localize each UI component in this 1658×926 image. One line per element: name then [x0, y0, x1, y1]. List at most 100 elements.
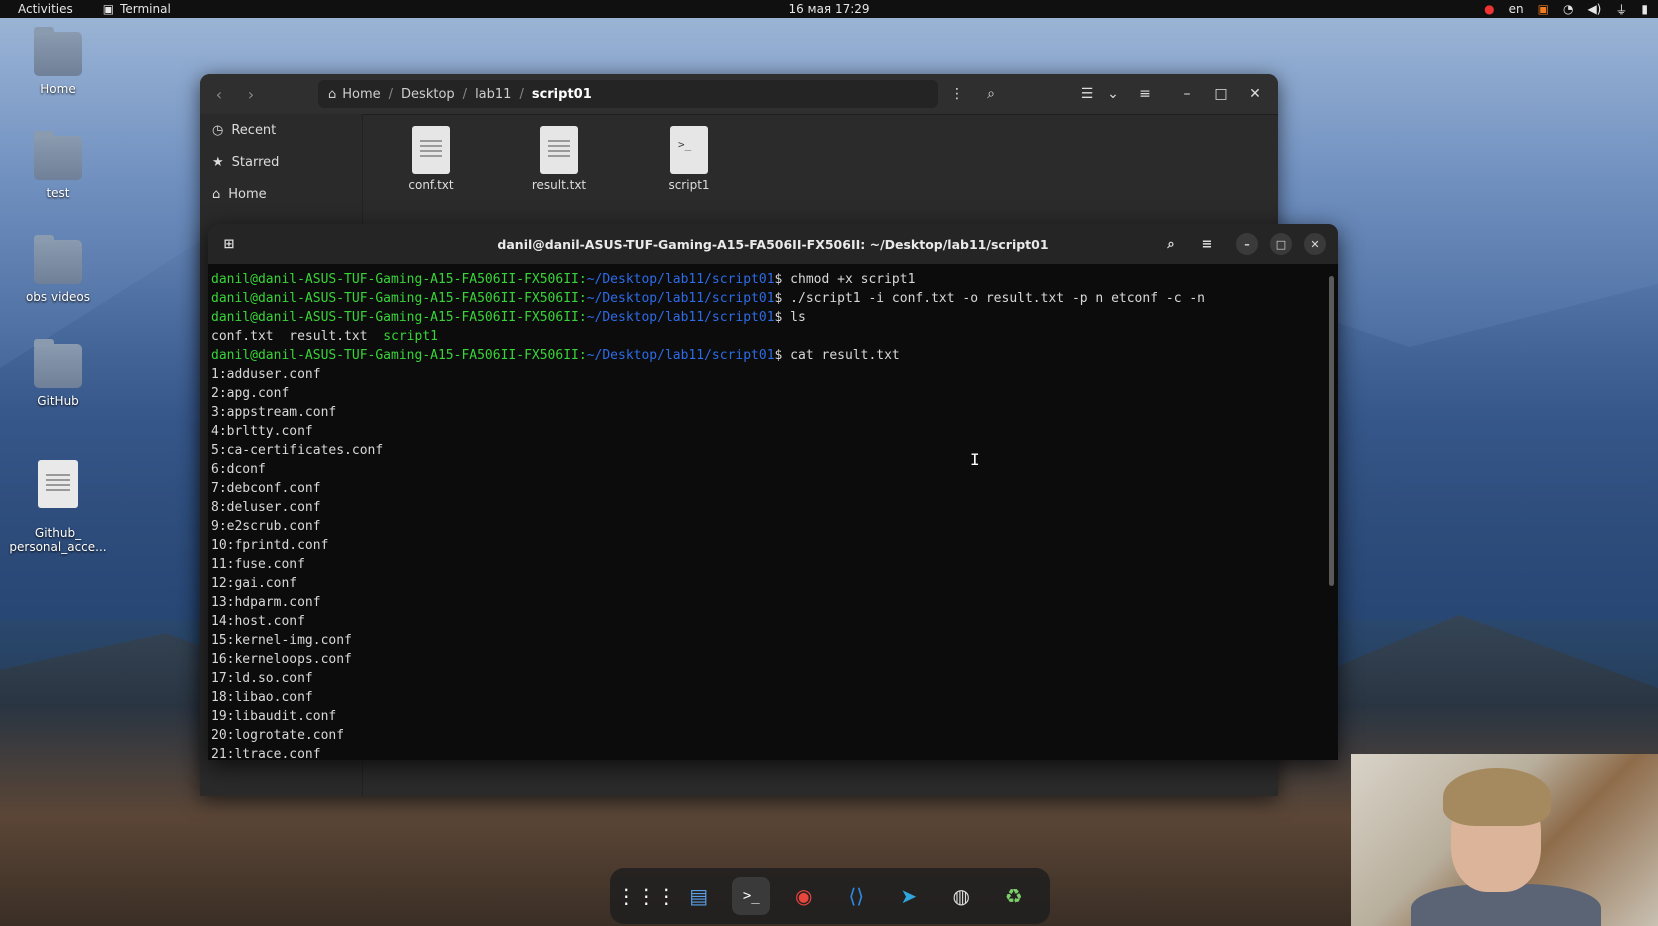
- terminal-prompt-line: danil@danil-ASUS-TUF-Gaming-A15-FA506II-…: [211, 308, 1324, 327]
- forward-button[interactable]: ›: [238, 81, 264, 107]
- text-cursor-icon: I: [970, 450, 980, 469]
- back-button[interactable]: ‹: [206, 81, 232, 107]
- terminal-command: $ ls: [774, 310, 806, 325]
- activities-button[interactable]: Activities: [18, 2, 73, 16]
- close-button[interactable]: ✕: [1240, 80, 1270, 108]
- desktop-icon-label: Home: [40, 82, 76, 96]
- app-menu-terminal[interactable]: ▣ Terminal: [103, 2, 171, 16]
- ls-output: conf.txt result.txt script1: [211, 327, 1324, 346]
- ls-entry: script1: [383, 329, 438, 344]
- new-tab-icon: ⊞: [223, 236, 235, 252]
- chevron-left-icon: ‹: [215, 84, 223, 104]
- terminal-titlebar[interactable]: ⊞ danil@danil-ASUS-TUF-Gaming-A15-FA506I…: [208, 224, 1338, 264]
- recording-indicator-icon: ●: [1484, 2, 1495, 16]
- output-line: 5:ca-certificates.conf: [211, 443, 384, 458]
- terminal-maximize-button[interactable]: □: [1270, 233, 1292, 255]
- output-line: 10:fprintd.conf: [211, 538, 329, 553]
- output-line: 6:dconf: [211, 462, 266, 477]
- app-grid-icon[interactable]: ⋮⋮⋮: [616, 877, 676, 915]
- output-line: 16:kerneloops.conf: [211, 652, 352, 667]
- breadcrumb-current[interactable]: script01: [532, 87, 592, 102]
- breadcrumb-item[interactable]: Desktop: [401, 87, 455, 102]
- file-item-conf[interactable]: conf.txt: [386, 126, 476, 192]
- file-item-script1[interactable]: script1: [644, 126, 734, 192]
- ls-entry: result.txt: [289, 329, 384, 344]
- output-line: 3:appstream.conf: [211, 405, 337, 420]
- desktop-icon-github-token[interactable]: Github_ personal_acce...: [8, 446, 108, 568]
- output-line: 9:e2scrub.conf: [211, 519, 321, 534]
- star-icon: ★: [212, 154, 224, 170]
- language-indicator[interactable]: en: [1509, 2, 1524, 16]
- minimize-button[interactable]: –: [1172, 80, 1202, 108]
- output-line: 19:libaudit.conf: [211, 709, 337, 724]
- terminal-minimize-button[interactable]: –: [1236, 233, 1258, 255]
- file-name: result.txt: [531, 178, 587, 192]
- clock[interactable]: 16 мая 17:29: [788, 2, 869, 16]
- update-icon: ▣: [1537, 2, 1549, 16]
- output-line: 20:logrotate.conf: [211, 728, 345, 743]
- output-line: 15:kernel-img.conf: [211, 633, 352, 648]
- sidebar-item-label: Starred: [231, 154, 280, 170]
- terminal-icon[interactable]: >_: [732, 877, 771, 915]
- minimize-icon: –: [1183, 86, 1191, 102]
- script-file-icon: [670, 126, 708, 174]
- chevron-down-icon: ⌄: [1107, 86, 1119, 102]
- text-file-icon: [540, 126, 578, 174]
- files-icon[interactable]: ▤: [680, 877, 718, 915]
- output-line: 8:deluser.conf: [211, 500, 321, 515]
- output-line: 18:libao.conf: [211, 690, 313, 705]
- main-menu-button[interactable]: ≡: [1130, 80, 1160, 108]
- terminal-scrollbar[interactable]: [1329, 276, 1334, 586]
- wifi-icon: ◔: [1562, 2, 1574, 16]
- view-options-button[interactable]: ⌄: [1098, 80, 1128, 108]
- text-file-icon: [412, 126, 450, 174]
- maximize-button[interactable]: □: [1206, 80, 1236, 108]
- new-tab-button[interactable]: ⊞: [216, 231, 242, 257]
- breadcrumb-item[interactable]: Home: [342, 87, 380, 102]
- minimize-icon: –: [1244, 237, 1250, 251]
- close-icon: ✕: [1249, 86, 1261, 102]
- terminal-menu-button[interactable]: ≡: [1194, 231, 1220, 257]
- prompt-user: danil@danil-ASUS-TUF-Gaming-A15-FA506II-…: [211, 272, 587, 287]
- microphone-icon: ⏚: [1615, 2, 1628, 17]
- volume-icon: ◀): [1587, 2, 1602, 16]
- trash-icon[interactable]: ♻: [995, 877, 1033, 915]
- prompt-path: ~/Desktop/lab11/script01: [586, 348, 775, 363]
- terminal-close-button[interactable]: ✕: [1304, 233, 1326, 255]
- sidebar-item-recent[interactable]: ◷ Recent: [200, 114, 362, 146]
- system-tray[interactable]: ● en ▣ ◔ ◀) ⏚ ▮: [1484, 1, 1648, 18]
- folder-icon: [34, 235, 82, 284]
- close-icon: ✕: [1310, 237, 1320, 251]
- terminal-output[interactable]: danil@danil-ASUS-TUF-Gaming-A15-FA506II-…: [208, 264, 1324, 760]
- file-item-result[interactable]: result.txt: [514, 126, 604, 192]
- vscode-icon[interactable]: ⟨⟩: [837, 877, 875, 915]
- sidebar-item-label: Recent: [231, 122, 277, 138]
- obs-icon[interactable]: ◍: [942, 877, 980, 915]
- desktop-icon-obs-videos[interactable]: obs videos: [8, 235, 108, 304]
- sidebar-item-home[interactable]: ⌂ Home: [200, 178, 362, 210]
- path-menu-button[interactable]: ⋮: [942, 80, 972, 108]
- webcam-person-hair: [1443, 768, 1551, 826]
- hamburger-icon: ≡: [1201, 236, 1213, 252]
- clock-icon: ◷: [212, 122, 224, 138]
- desktop-icon-github[interactable]: GitHub: [8, 339, 108, 408]
- terminal-prompt-line: danil@danil-ASUS-TUF-Gaming-A15-FA506II-…: [211, 289, 1324, 308]
- desktop-icon-test[interactable]: test: [8, 131, 108, 200]
- desktop-icon-home[interactable]: Home: [8, 27, 108, 96]
- chrome-icon[interactable]: ◉: [785, 877, 823, 915]
- search-button[interactable]: ⌕: [976, 80, 1006, 108]
- output-line: 7:debconf.conf: [211, 481, 321, 496]
- prompt-user: danil@danil-ASUS-TUF-Gaming-A15-FA506II-…: [211, 348, 587, 363]
- breadcrumb-item[interactable]: lab11: [475, 87, 511, 102]
- text-file-icon: [38, 460, 78, 508]
- terminal-icon: ▣: [102, 2, 115, 16]
- telegram-icon[interactable]: ➤: [890, 877, 928, 915]
- sidebar-item-starred[interactable]: ★ Starred: [200, 146, 362, 178]
- desktop-icon-label: Github_ personal_acce...: [9, 526, 107, 554]
- output-line: 13:hdparm.conf: [211, 595, 321, 610]
- dock: ⋮⋮⋮ ▤ >_ ◉ ⟨⟩ ➤ ◍ ♻: [610, 868, 1050, 924]
- sidebar-item-label: Home: [228, 186, 267, 202]
- prompt-path: ~/Desktop/lab11/script01: [586, 310, 775, 325]
- terminal-search-button[interactable]: ⌕: [1158, 231, 1184, 257]
- desktop-icon-label: test: [46, 186, 70, 200]
